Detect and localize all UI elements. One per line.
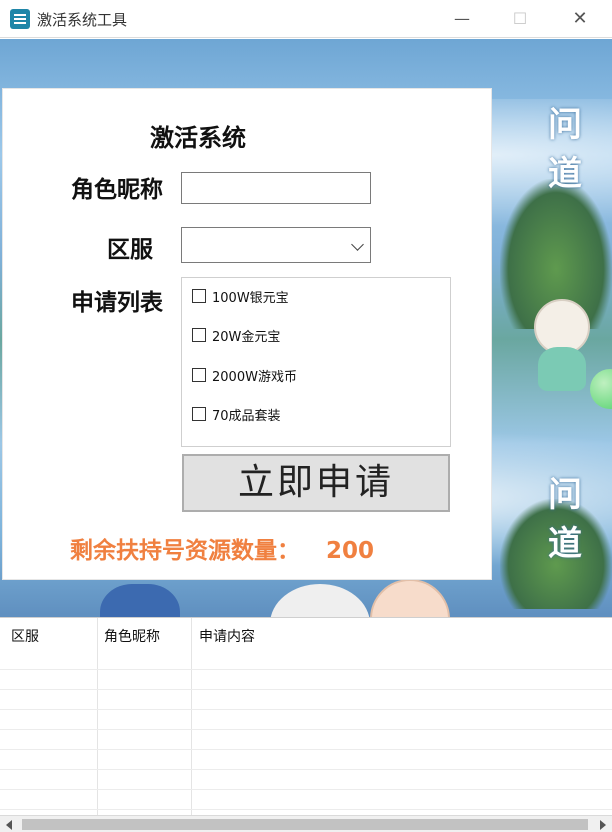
row-divider	[0, 729, 612, 730]
row-divider	[0, 689, 612, 690]
close-button[interactable]: ✕	[558, 4, 602, 34]
white-hair-character	[270, 584, 370, 617]
column-header-role-name[interactable]: 角色昵称	[104, 626, 160, 646]
game-logo: 问道	[548, 475, 582, 564]
window-title: 激活系统工具	[37, 11, 128, 29]
checkbox-icon[interactable]	[192, 289, 206, 303]
role-name-input[interactable]	[181, 172, 371, 204]
checkbox-icon[interactable]	[192, 368, 206, 382]
remaining-label: 剩余扶持号资源数量：	[70, 538, 300, 564]
horizontal-scrollbar[interactable]	[0, 815, 612, 832]
option-label: 100W银元宝	[212, 290, 289, 306]
scroll-right-icon[interactable]	[600, 820, 606, 830]
row-divider	[0, 809, 612, 810]
option-row[interactable]: 20W金元宝	[192, 325, 280, 345]
column-divider	[191, 618, 192, 816]
fox-girl-character	[524, 289, 600, 399]
checkbox-icon[interactable]	[192, 328, 206, 342]
row-divider	[0, 669, 612, 670]
apply-options-list: 100W银元宝 20W金元宝 2000W游戏币 70成品套装	[181, 277, 451, 447]
panel-title: 激活系统	[150, 124, 246, 152]
column-header-content[interactable]: 申请内容	[199, 626, 255, 646]
scrollbar-thumb[interactable]	[22, 819, 588, 830]
minimize-button[interactable]: —	[440, 4, 484, 34]
row-divider	[0, 769, 612, 770]
option-row[interactable]: 2000W游戏币	[192, 365, 297, 385]
apply-list-label: 申请列表	[71, 290, 163, 316]
option-label: 20W金元宝	[212, 329, 281, 345]
remaining-resources: 剩余扶持号资源数量： 200	[70, 531, 374, 565]
row-divider	[0, 789, 612, 790]
option-label: 70成品套装	[212, 408, 281, 424]
row-divider	[0, 749, 612, 750]
character-body	[538, 347, 586, 391]
server-select[interactable]	[181, 227, 371, 263]
option-row[interactable]: 70成品套装	[192, 404, 281, 424]
row-divider	[0, 709, 612, 710]
column-header-server[interactable]: 区服	[11, 626, 39, 646]
maximize-button[interactable]: ☐	[498, 4, 542, 34]
title-bar: 激活系统工具 — ☐ ✕	[0, 0, 612, 38]
checkbox-icon[interactable]	[192, 407, 206, 421]
scroll-left-icon[interactable]	[6, 820, 12, 830]
apply-now-button[interactable]: 立即申请	[182, 454, 450, 512]
column-divider	[97, 618, 98, 816]
option-label: 2000W游戏币	[212, 369, 297, 385]
game-logo: 问道	[548, 105, 582, 194]
smiling-character	[370, 579, 450, 617]
applications-table[interactable]: 区服 角色昵称 申请内容	[0, 617, 612, 816]
app-icon	[10, 9, 30, 29]
name-label: 角色昵称	[71, 177, 163, 203]
warrior-character	[100, 584, 180, 617]
remaining-count: 200	[326, 538, 375, 564]
chevron-down-icon	[351, 238, 364, 251]
server-label: 区服	[107, 237, 153, 263]
option-row[interactable]: 100W银元宝	[192, 286, 289, 306]
